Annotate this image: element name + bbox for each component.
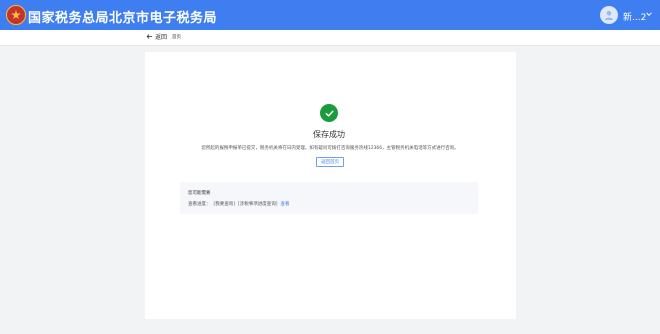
breadcrumb-home[interactable]: 首页 — [172, 34, 181, 40]
suggestions-row: 查看进度： [我要查询] [涉税事项进度查询] 查看 — [188, 201, 290, 207]
view-link[interactable]: 查看 — [281, 201, 290, 207]
site-title[interactable]: 国家税务总局北京市电子税务局 — [28, 7, 217, 26]
suggestion-item-progress: [涉税事项进度查询] — [238, 202, 278, 207]
success-title: 保存成功 — [313, 130, 345, 139]
success-check-icon — [320, 104, 338, 122]
chevron-down-icon[interactable] — [645, 10, 653, 18]
user-name[interactable]: 新...2 — [623, 10, 646, 23]
suggestions-title: 您可能需要 — [188, 191, 211, 196]
back-button[interactable]: 返回 — [146, 32, 167, 41]
national-tax-emblem-icon — [6, 5, 26, 25]
navigation-bar: 返回 首页 — [0, 30, 660, 46]
success-description: 您所起的报税申报单已提交，税务机关将在日内受理。如有疑问可拨打咨询服务热线123… — [201, 146, 459, 151]
back-label: 返回 — [155, 34, 168, 41]
top-header-bar: 国家税务总局北京市电子税务局 新...2 — [0, 0, 660, 30]
arrow-left-icon — [146, 34, 153, 39]
return-home-button[interactable]: 返回首页 — [316, 157, 344, 167]
suggestion-item-query: [我要查询] — [213, 202, 236, 207]
suggestion-prefix: 查看进度： — [188, 202, 211, 207]
suggestions-panel — [180, 182, 478, 214]
user-avatar-icon[interactable] — [600, 6, 618, 24]
